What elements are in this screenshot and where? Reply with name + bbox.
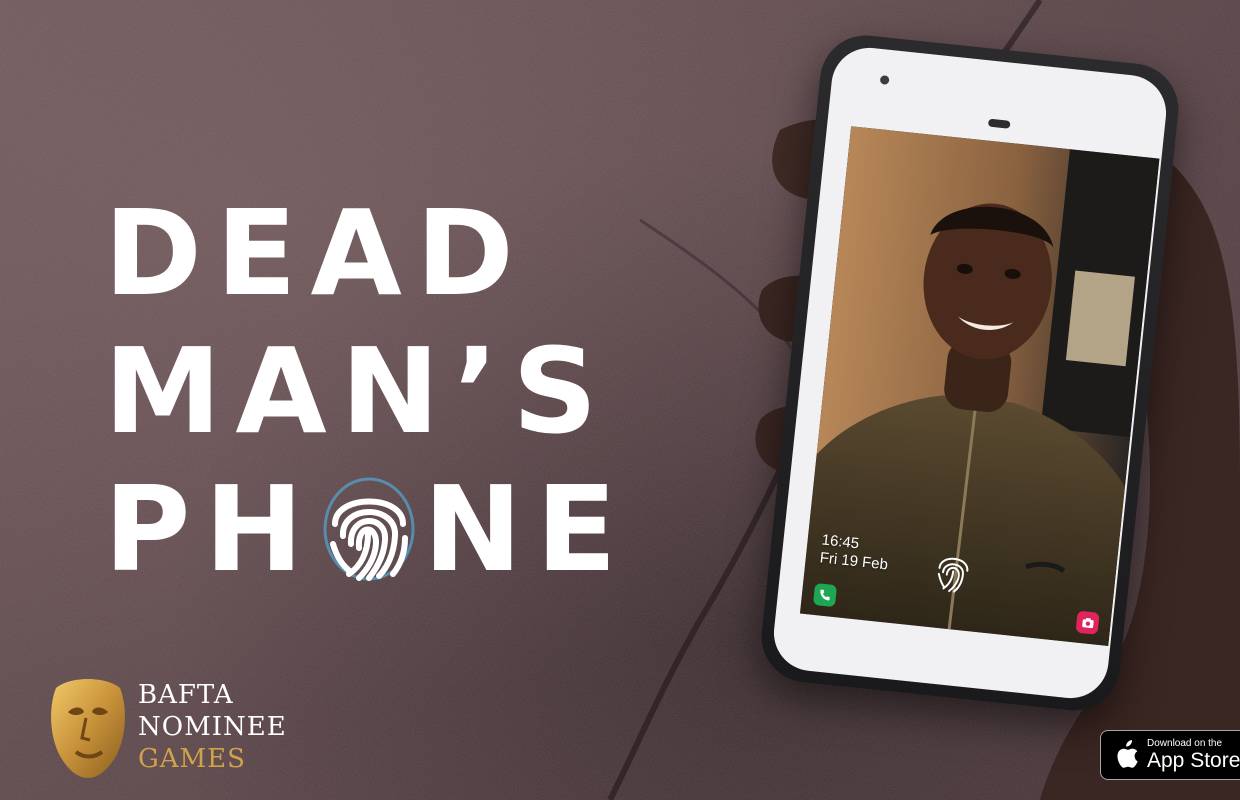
bafta-label: BAFTA [138,680,234,710]
title-line-3: PH NE [104,460,664,598]
earpiece-speaker [987,118,1011,129]
title-line-3-start: PH [104,460,318,598]
app-store-label: App Store [1147,749,1240,772]
camera-icon [1081,617,1094,629]
apple-icon [1117,740,1138,768]
bafta-nominee-badge: BAFTA NOMINEE GAMES [46,674,287,780]
camera-shortcut-button[interactable] [1075,610,1100,635]
hero-banner: DEAD MAN’S PH NE BAFTA NOMINEE GAMES 16:… [0,0,1240,800]
title-line-1: DEAD [104,184,528,322]
fingerprint-icon [323,477,415,581]
front-camera-icon [879,75,890,85]
bafta-mask-icon [51,679,125,778]
games-label: GAMES [138,744,246,774]
call-shortcut-button[interactable] [812,582,838,608]
fingerprint-icon[interactable] [933,550,973,596]
nominee-label: NOMINEE [138,712,287,742]
game-title: DEAD MAN’S PH NE [104,184,664,598]
phone-face: 16:45 Fri 19 Feb [770,44,1170,702]
title-line-2: MAN’S [104,322,612,460]
title-line-3-end: NE [423,460,631,598]
smartphone: 16:45 Fri 19 Feb [757,30,1183,716]
app-store-badge[interactable]: Download on the App Store [1100,730,1240,780]
phone-icon [820,589,830,601]
lock-screen[interactable]: 16:45 Fri 19 Feb [799,126,1160,646]
